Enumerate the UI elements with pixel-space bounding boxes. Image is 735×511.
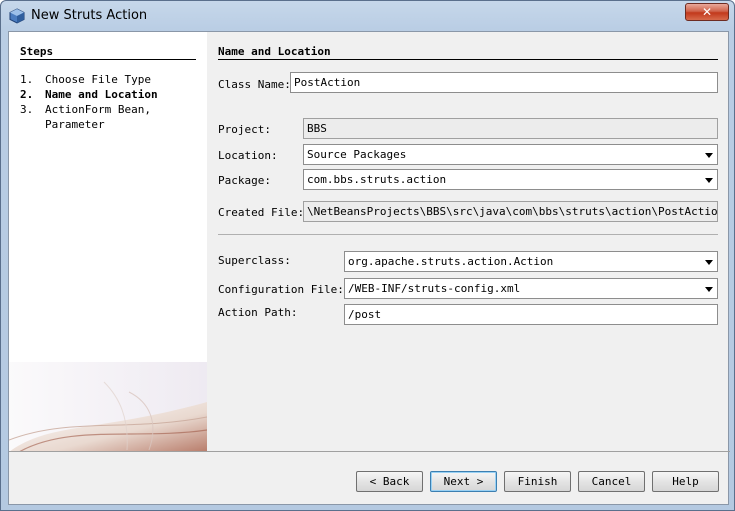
step-number: 3. <box>20 103 34 116</box>
location-label: Location: <box>218 149 278 162</box>
created-file-field: \NetBeansProjects\BBS\src\java\com\bbs\s… <box>303 201 718 222</box>
close-icon: ✕ <box>701 5 713 19</box>
step-actionform-bean: 3. ActionForm Bean, <box>20 102 151 117</box>
chevron-down-icon[interactable] <box>705 260 713 265</box>
package-select[interactable]: com.bbs.struts.action <box>303 169 718 190</box>
superclass-select[interactable]: org.apache.struts.action.Action <box>344 251 718 272</box>
chevron-down-icon[interactable] <box>705 153 713 158</box>
steps-divider <box>20 59 196 60</box>
config-file-select-value: /WEB-INF/struts-config.xml <box>348 282 521 295</box>
chevron-down-icon[interactable] <box>705 287 713 292</box>
class-name-label: Class Name: <box>218 78 291 91</box>
steps-heading: Steps <box>20 45 54 58</box>
location-select-value: Source Packages <box>307 148 407 161</box>
section-separator <box>218 234 718 235</box>
step-label: Choose File Type <box>45 73 151 86</box>
dialog-window: New Struts Action ✕ Steps 1. Choose File … <box>0 0 735 511</box>
help-button[interactable]: Help <box>652 471 719 492</box>
chevron-down-icon[interactable] <box>705 178 713 183</box>
step-number: 1. <box>20 73 34 86</box>
project-label: Project: <box>218 123 271 136</box>
next-button[interactable]: Next > <box>430 471 497 492</box>
step-label: ActionForm Bean, <box>45 103 151 116</box>
package-label: Package: <box>218 174 271 187</box>
button-bar-separator <box>9 451 730 452</box>
window-title: New Struts Action <box>31 8 148 23</box>
config-file-label: Configuration File: <box>218 283 344 296</box>
netbeans-cube-icon <box>9 8 25 24</box>
step-name-and-location: 2. Name and Location <box>20 87 158 102</box>
wizard-content: Name and Location Class Name: PostAction… <box>207 32 730 451</box>
finish-button[interactable]: Finish <box>504 471 571 492</box>
step-label: Name and Location <box>45 88 158 101</box>
config-file-select[interactable]: /WEB-INF/struts-config.xml <box>344 278 718 299</box>
cancel-button[interactable]: Cancel <box>578 471 645 492</box>
back-button[interactable]: < Back <box>356 471 423 492</box>
step-choose-file-type: 1. Choose File Type <box>20 72 151 87</box>
action-path-input[interactable]: /post <box>344 304 718 325</box>
created-file-label: Created File: <box>218 206 305 219</box>
step-label-continuation: Parameter <box>45 118 105 131</box>
superclass-label: Superclass: <box>218 254 291 267</box>
project-field: BBS <box>303 118 718 139</box>
title-bar[interactable]: New Struts Action ✕ <box>1 1 734 31</box>
section-heading: Name and Location <box>218 45 331 58</box>
dialog-body: Steps 1. Choose File Type 2. Name and Loca… <box>8 31 730 505</box>
section-divider <box>218 59 718 60</box>
decorative-swoosh-graphic <box>9 362 207 451</box>
step-number: 2. <box>20 88 34 101</box>
location-select[interactable]: Source Packages <box>303 144 718 165</box>
superclass-select-value: org.apache.struts.action.Action <box>348 255 554 268</box>
package-select-value: com.bbs.struts.action <box>307 173 447 186</box>
close-button[interactable]: ✕ <box>685 3 729 21</box>
steps-panel: Steps 1. Choose File Type 2. Name and Loca… <box>9 32 207 451</box>
action-path-label: Action Path: <box>218 306 298 319</box>
class-name-input[interactable]: PostAction <box>290 72 718 93</box>
